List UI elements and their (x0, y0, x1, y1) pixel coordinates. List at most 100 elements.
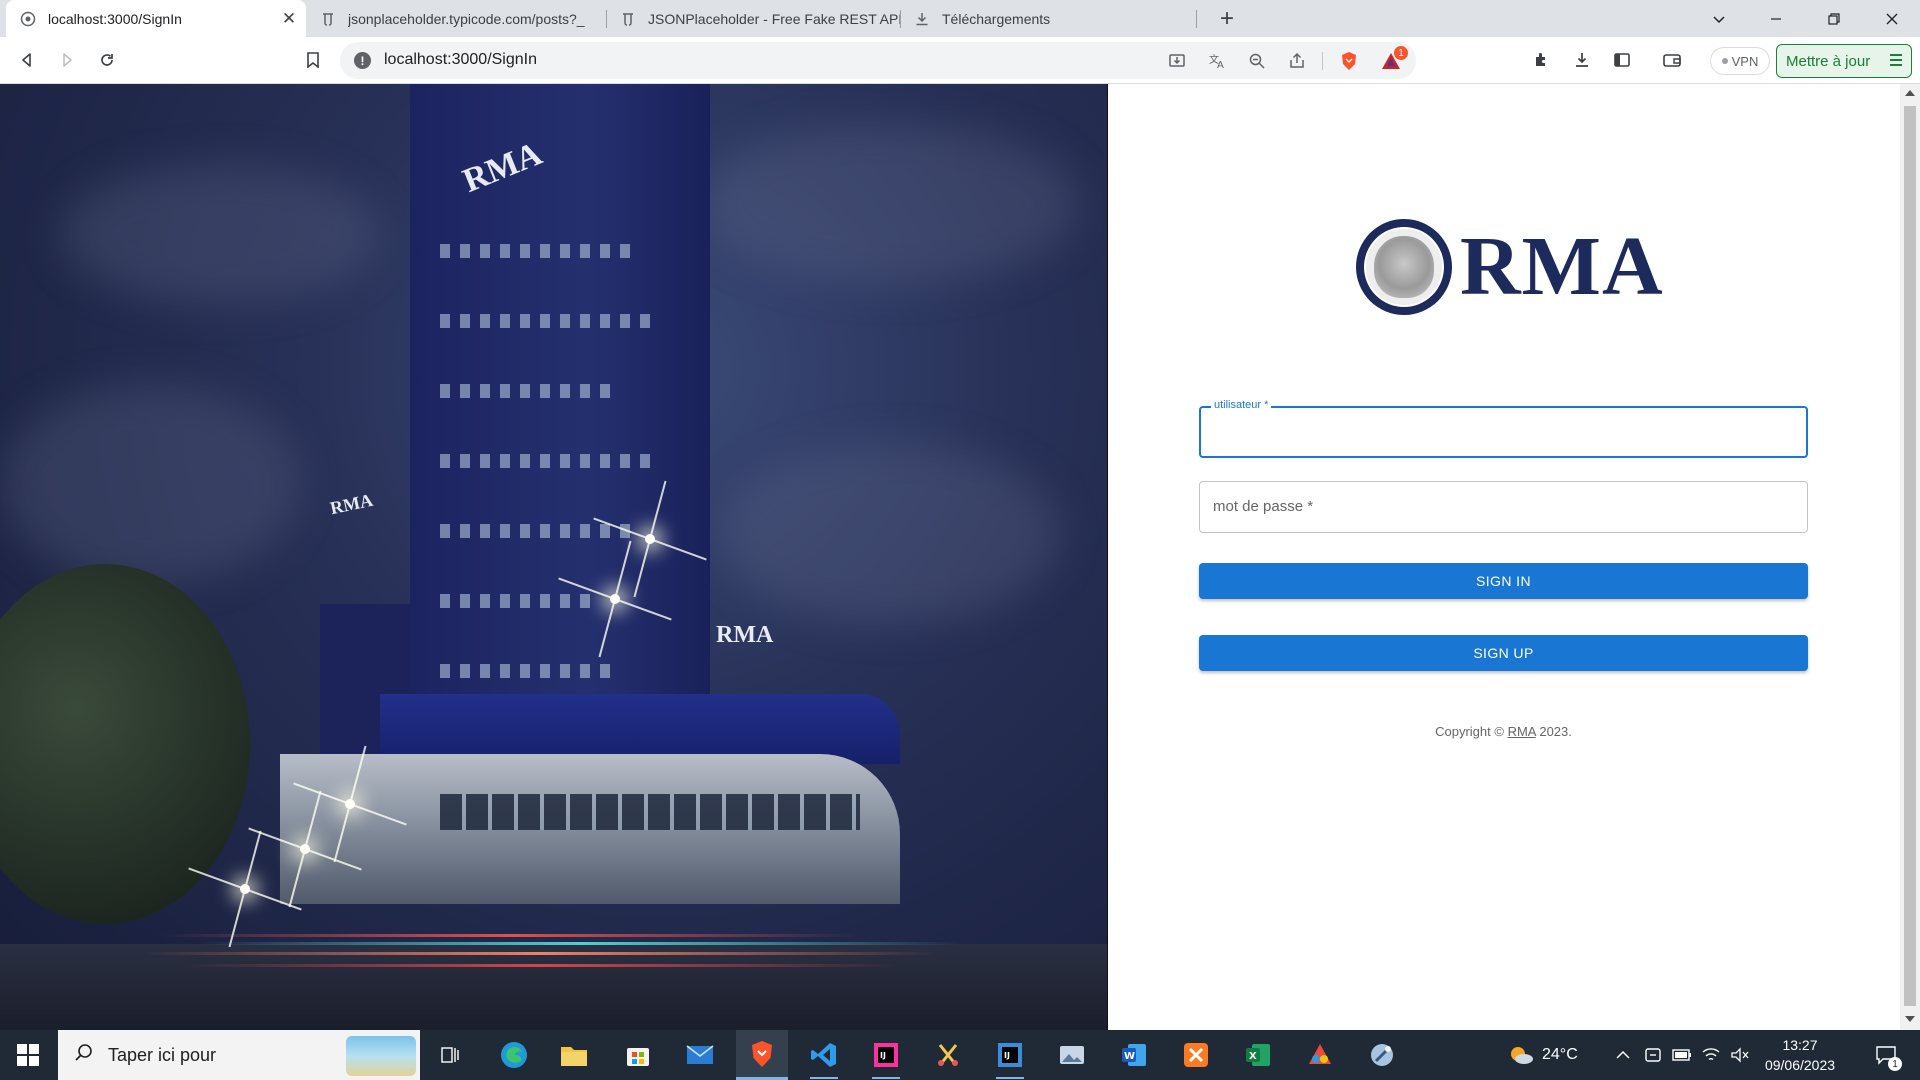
search-placeholder: Taper ici pour (108, 1044, 217, 1065)
restore-icon[interactable] (1810, 0, 1858, 37)
word-icon[interactable]: W (1108, 1030, 1160, 1080)
svg-text:X: X (1249, 1051, 1257, 1062)
show-hidden-icons-icon[interactable] (1616, 1030, 1630, 1080)
scrollbar[interactable] (1900, 84, 1920, 1030)
cloud (60, 164, 380, 304)
start-button[interactable] (0, 1030, 56, 1080)
update-label: Mettre à jour (1786, 52, 1871, 70)
tab-title: localhost:3000/SignIn (48, 10, 182, 27)
scroll-thumb[interactable] (1904, 106, 1916, 1006)
search-highlight-image (346, 1036, 416, 1076)
close-window-icon[interactable] (1868, 0, 1916, 37)
page-viewport: RMA RMA RMA RMA utilisateur * mot de pas… (0, 84, 1920, 1030)
address-url[interactable]: localhost:3000/SignIn (384, 51, 537, 69)
username-field[interactable]: utilisateur * (1199, 399, 1808, 458)
site-info-icon[interactable]: ! (354, 52, 371, 69)
search-icon (74, 1043, 94, 1068)
tab-jsonplaceholder-posts[interactable]: jsonplaceholder.typicode.com/posts?_ (306, 0, 606, 37)
excel-icon[interactable]: X (1232, 1030, 1284, 1080)
system-clock[interactable]: 13:27 09/06/2023 (1760, 1035, 1840, 1075)
settings-app-icon[interactable] (1356, 1030, 1408, 1080)
api-icon (320, 11, 336, 27)
rma-logo: RMA (1356, 219, 1664, 315)
brave-browser-icon[interactable] (736, 1030, 788, 1080)
share-icon[interactable] (1286, 50, 1308, 72)
wallet-icon[interactable] (1657, 45, 1687, 75)
translate-icon[interactable]: 文A (1206, 50, 1228, 72)
tab-signin[interactable]: localhost:3000/SignIn ✕ (6, 0, 306, 37)
taskbar-search[interactable]: Taper ici pour (58, 1030, 420, 1080)
vpn-button[interactable]: VPN (1710, 47, 1770, 75)
tab-separator (1196, 10, 1197, 28)
window-row (440, 794, 860, 830)
tab-downloads[interactable]: Téléchargements (900, 0, 1196, 37)
back-button[interactable] (12, 45, 42, 75)
bookmark-icon[interactable] (298, 45, 328, 75)
close-tab-icon[interactable]: ✕ (278, 8, 300, 30)
window-row (440, 594, 600, 608)
downloads-icon[interactable] (1567, 45, 1597, 75)
vscode-icon[interactable] (798, 1030, 850, 1080)
address-bar[interactable]: ! localhost:3000/SignIn 文A 1 (340, 42, 1416, 79)
logo-text: RMA (1460, 220, 1664, 313)
battery-icon[interactable] (1672, 1030, 1692, 1080)
task-view-icon[interactable] (424, 1030, 476, 1080)
podium-building (280, 754, 900, 904)
scroll-up-icon[interactable] (1905, 90, 1915, 96)
meet-now-icon[interactable] (1644, 1030, 1662, 1080)
forward-button[interactable] (52, 45, 82, 75)
paint-icon[interactable] (1294, 1030, 1346, 1080)
lion-seal-icon (1356, 219, 1452, 315)
edge-icon[interactable] (488, 1030, 540, 1080)
new-tab-button[interactable]: + (1212, 4, 1242, 34)
wifi-icon[interactable] (1702, 1030, 1720, 1080)
mail-icon[interactable] (674, 1030, 726, 1080)
tab-title: jsonplaceholder.typicode.com/posts?_ (348, 10, 585, 27)
api-icon (620, 11, 636, 27)
photos-icon[interactable] (1046, 1030, 1098, 1080)
notification-count: 1 (1888, 1057, 1902, 1071)
copyright-prefix: Copyright © (1435, 724, 1508, 739)
snipping-tool-icon[interactable] (922, 1030, 974, 1080)
minimize-icon[interactable] (1752, 0, 1800, 37)
password-input[interactable] (1200, 482, 1807, 532)
hero-image: RMA RMA RMA (0, 84, 1108, 1030)
browser-toolbar: ! localhost:3000/SignIn 文A 1 VPN Mettre … (0, 37, 1920, 84)
intellij-idea-icon[interactable]: IJ (860, 1030, 912, 1080)
cloud (700, 124, 1080, 284)
copyright: Copyright © RMA 2023. (1199, 724, 1808, 739)
temperature: 24°C (1542, 1046, 1578, 1063)
microsoft-store-icon[interactable] (612, 1030, 664, 1080)
tab-search-icon[interactable] (1695, 0, 1743, 37)
reload-button[interactable] (92, 45, 122, 75)
update-button[interactable]: Mettre à jour (1776, 44, 1912, 78)
password-field[interactable]: mot de passe * (1199, 481, 1808, 533)
sign-up-button[interactable]: SIGN UP (1199, 635, 1808, 671)
intellij-community-icon[interactable]: IJ (984, 1030, 1036, 1080)
extensions-icon[interactable] (1527, 45, 1557, 75)
rma-link[interactable]: RMA (1508, 724, 1536, 739)
street-light (645, 534, 655, 544)
street-light (345, 799, 355, 809)
notification-center-icon[interactable]: 1 (1868, 1030, 1904, 1080)
xampp-icon[interactable] (1170, 1030, 1222, 1080)
light-trail (200, 942, 960, 945)
weather-widget[interactable]: 24°C (1508, 1030, 1578, 1080)
rewards-badge: 1 (1394, 46, 1408, 60)
svg-text:W: W (1124, 1051, 1135, 1062)
svg-text:IJ: IJ (1004, 1051, 1010, 1060)
tab-jsonplaceholder-home[interactable]: JSONPlaceholder - Free Fake REST API (606, 0, 900, 37)
file-explorer-icon[interactable] (548, 1030, 600, 1080)
copyright-suffix: 2023. (1535, 724, 1572, 739)
username-input[interactable] (1201, 408, 1806, 456)
volume-muted-icon[interactable] (1730, 1030, 1750, 1080)
brave-shields-icon[interactable] (1338, 50, 1360, 72)
window-row (440, 244, 640, 258)
scroll-down-icon[interactable] (1905, 1016, 1915, 1022)
sidebar-icon[interactable] (1607, 45, 1637, 75)
install-app-icon[interactable] (1166, 50, 1188, 72)
zoom-out-icon[interactable] (1246, 50, 1268, 72)
tab-title: Téléchargements (942, 10, 1051, 27)
sign-in-button[interactable]: SIGN IN (1199, 563, 1808, 599)
street-light (610, 594, 620, 604)
